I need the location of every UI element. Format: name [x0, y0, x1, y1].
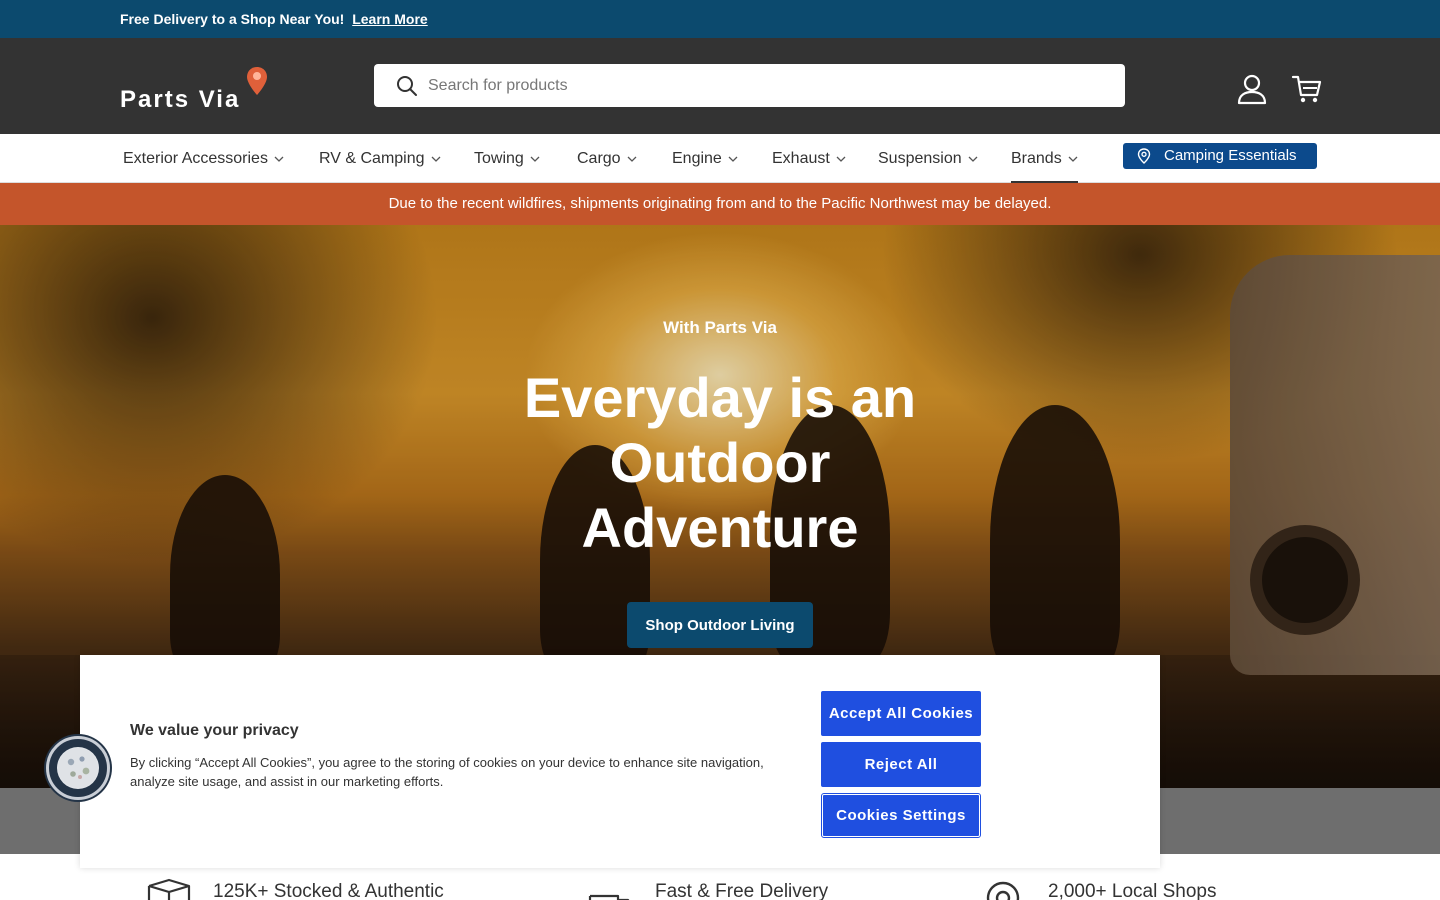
nav-item-exhaust[interactable]: Exhaust	[772, 134, 846, 183]
cookie-title: We value your privacy	[130, 722, 299, 739]
nav-item-engine[interactable]: Engine	[672, 134, 738, 183]
chevron-down-icon	[836, 156, 846, 162]
chevron-down-icon	[1068, 156, 1078, 162]
feature-label: Fast & Free Delivery	[655, 881, 829, 900]
nav-item-label: Engine	[672, 150, 722, 167]
nav-item-brands[interactable]: Brands	[1011, 134, 1078, 183]
cart-icon[interactable]	[1291, 73, 1323, 105]
feature-local-shops: 2,000+ Local Shops	[985, 872, 1275, 900]
user-icon[interactable]	[1236, 73, 1268, 105]
chevron-down-icon	[627, 156, 637, 162]
nav-item-label: Brands	[1011, 150, 1062, 167]
nav-item-label: RV & Camping	[319, 150, 425, 167]
cookie-icon	[57, 747, 99, 789]
feature-delivery: Fast & Free Delivery	[588, 872, 888, 900]
chevron-down-icon	[530, 156, 540, 162]
chevron-down-icon	[728, 156, 738, 162]
announcement-text: Free Delivery to a Shop Near You!	[120, 11, 345, 27]
feature-label: 2,000+ Local Shops	[1048, 881, 1217, 900]
camping-essentials-label: Camping Essentials	[1164, 147, 1297, 164]
nav-item-label: Towing	[474, 150, 524, 167]
nav-item-towing[interactable]: Towing	[474, 134, 540, 183]
cookies-settings-button[interactable]: Cookies Settings	[821, 793, 981, 838]
accept-all-cookies-button[interactable]: Accept All Cookies	[821, 691, 981, 736]
nav-item-label: Exhaust	[772, 150, 830, 167]
feature-stocked: 125K+ Stocked & Authentic	[147, 872, 467, 900]
cookie-body: By clicking “Accept All Cookies”, you ag…	[130, 755, 764, 789]
chevron-down-icon	[968, 156, 978, 162]
logo[interactable]: Parts Via	[120, 66, 282, 114]
cookie-preferences-button[interactable]	[46, 736, 110, 800]
truck-icon	[588, 894, 630, 900]
location-pin-icon	[1137, 148, 1151, 164]
feature-label: 125K+ Stocked & Authentic	[213, 881, 444, 900]
nav-item-cargo[interactable]: Cargo	[577, 134, 637, 183]
announcement-bar: Free Delivery to a Shop Near You! Learn …	[0, 0, 1440, 38]
hero-title: Everyday is an Outdoor Adventure	[523, 366, 917, 559]
nav-item-rv-camping[interactable]: RV & Camping	[319, 134, 441, 183]
learn-more-link[interactable]: Learn More	[352, 11, 427, 27]
search-bar	[374, 64, 1125, 107]
map-pin-icon	[247, 67, 267, 95]
alert-text: Due to the recent wildfires, shipments o…	[388, 195, 1052, 212]
nav-item-exterior-accessories[interactable]: Exterior Accessories	[123, 134, 284, 183]
chevron-down-icon	[274, 156, 284, 162]
logo-text: Parts Via	[120, 86, 241, 113]
nav-item-label: Exterior Accessories	[123, 150, 268, 167]
hero-subtitle: With Parts Via	[663, 318, 777, 337]
nav-item-label: Cargo	[577, 150, 621, 167]
search-input[interactable]	[428, 64, 1108, 107]
nav-item-label: Suspension	[878, 150, 962, 167]
cookie-consent-banner: We value your privacy By clicking “Accep…	[80, 655, 1160, 868]
box-icon	[147, 878, 191, 900]
reject-all-button[interactable]: Reject All	[821, 742, 981, 787]
camping-essentials-button[interactable]: Camping Essentials	[1123, 143, 1317, 169]
nav-item-suspension[interactable]: Suspension	[878, 134, 978, 183]
shop-outdoor-living-button[interactable]: Shop Outdoor Living	[627, 602, 813, 648]
wildfire-alert-bar: Due to the recent wildfires, shipments o…	[0, 183, 1440, 225]
search-icon[interactable]	[396, 75, 418, 97]
chevron-down-icon	[431, 156, 440, 162]
site-header: Parts Via	[0, 38, 1440, 134]
main-nav: Exterior Accessories RV & Camping Towing…	[0, 134, 1440, 183]
location-icon	[986, 881, 1020, 900]
